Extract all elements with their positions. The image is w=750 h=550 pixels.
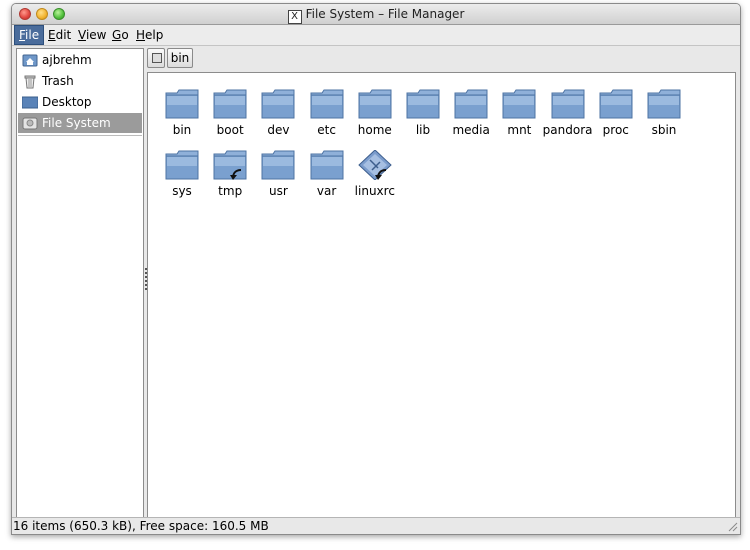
folder-icon <box>454 89 488 119</box>
menu-go[interactable]: Go <box>108 26 133 44</box>
root-drive-icon <box>152 53 162 63</box>
folder-icon <box>261 89 295 119</box>
file-item-dev[interactable]: dev <box>254 89 302 147</box>
resize-grip-icon[interactable] <box>726 520 738 532</box>
file-manager-window: X File System – File Manager File Edit View… <box>11 3 741 535</box>
sidebar-separator <box>18 135 142 136</box>
file-item-tmp[interactable]: tmp <box>206 150 254 208</box>
places-sidebar: ajbrehm Trash Desktop File System <box>16 48 144 518</box>
menu-bar: File Edit View Go Help <box>12 25 740 46</box>
file-item-sys[interactable]: sys <box>158 150 206 208</box>
file-item-usr[interactable]: usr <box>254 150 302 208</box>
file-item-etc[interactable]: etc <box>303 89 351 147</box>
trash-icon <box>22 73 38 89</box>
file-item-pandora[interactable]: pandora <box>543 89 593 147</box>
folder-icon <box>165 150 199 180</box>
title-bar[interactable]: X File System – File Manager <box>12 4 740 25</box>
file-item-var[interactable]: var <box>303 150 351 208</box>
sidebar-item-label: File System <box>42 116 111 130</box>
file-view[interactable]: bin boot dev etc home lib media mnt pandora proc s… <box>147 72 736 518</box>
file-item-mnt[interactable]: mnt <box>495 89 543 147</box>
path-segment-current[interactable]: bin <box>167 48 193 68</box>
window-title-text: File System – File Manager <box>305 7 465 21</box>
folder-icon <box>310 89 344 119</box>
folder-icon <box>551 89 585 119</box>
folder-icon <box>310 150 344 180</box>
file-item-boot[interactable]: boot <box>206 89 254 147</box>
sidebar-item-label: ajbrehm <box>42 53 92 67</box>
status-text: 16 items (650.3 kB), Free space: 160.5 M… <box>13 519 269 533</box>
folder-icon <box>599 89 633 119</box>
folder-icon <box>213 89 247 119</box>
menu-edit[interactable]: Edit <box>44 26 75 44</box>
folder-icon <box>502 89 536 119</box>
drive-icon <box>22 115 38 131</box>
folder-icon <box>647 89 681 119</box>
file-item-sbin[interactable]: sbin <box>640 89 688 147</box>
folder-icon <box>406 89 440 119</box>
file-item-proc[interactable]: proc <box>592 89 640 147</box>
path-bar: bin <box>147 48 737 70</box>
folder-icon <box>165 89 199 119</box>
folder-icon <box>358 89 392 119</box>
sidebar-item-label: Desktop <box>42 95 92 109</box>
file-item-label: sbin <box>651 123 677 137</box>
sidebar-item-ajbrehm[interactable]: ajbrehm <box>18 50 142 70</box>
file-item-media[interactable]: media <box>447 89 495 147</box>
window-title: X File System – File Manager <box>12 7 740 24</box>
home-folder-icon <box>22 52 38 68</box>
file-item-lib[interactable]: lib <box>399 89 447 147</box>
path-scroll-left-button[interactable] <box>147 48 165 68</box>
menu-view[interactable]: View <box>74 26 110 44</box>
sidebar-item-label: Trash <box>42 74 74 88</box>
x11-icon: X <box>287 10 302 24</box>
desktop-icon <box>21 94 39 110</box>
sidebar-item-trash[interactable]: Trash <box>18 71 142 91</box>
file-item-bin[interactable]: bin <box>158 89 206 147</box>
executable-symlink-icon <box>358 149 392 181</box>
folder-icon <box>261 150 295 180</box>
file-item-label: linuxrc <box>354 184 395 198</box>
folder-symlink-icon <box>213 150 247 180</box>
file-item-linuxrc[interactable]: linuxrc <box>351 149 399 208</box>
menu-help[interactable]: Help <box>132 26 167 44</box>
sidebar-item-desktop[interactable]: Desktop <box>18 92 142 112</box>
file-item-home[interactable]: home <box>351 89 399 147</box>
status-bar: 16 items (650.3 kB), Free space: 160.5 M… <box>12 517 740 534</box>
menu-file[interactable]: File <box>14 25 45 45</box>
sidebar-item-file-system[interactable]: File System <box>18 113 142 133</box>
